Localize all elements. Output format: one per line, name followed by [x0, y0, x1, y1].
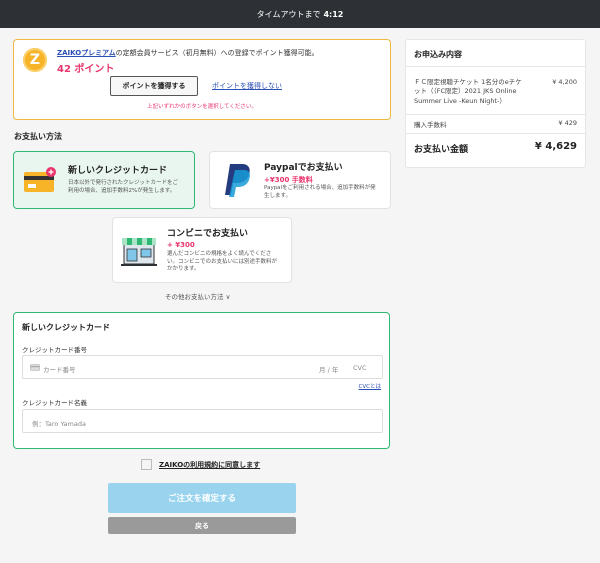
skip-points-link[interactable]: ポイントを獲得しない — [212, 81, 282, 91]
credit-card-icon — [24, 167, 56, 192]
card-name-input[interactable]: 例：Taro Yamada — [22, 409, 383, 433]
premium-description: ZAIKOプレミアムの定額会員サービス（初月無料）への登録でポイント獲得可能。 — [57, 48, 319, 58]
summary-item-name: ＦＣ限定視聴チケット 1名分のeチケ ット（（FC限定）2021 JKS Onl… — [414, 78, 522, 105]
premium-warning: 上記いずれかのボタンを選択してください。 — [147, 104, 257, 110]
card-form-title: 新しいクレジットカード — [22, 323, 110, 332]
convenience-store-desc: 選んだコンビニの規格をよく読んでくださ い。コンビニでのお支払いには別途手数料が… — [167, 251, 278, 273]
convenience-store-title: コンビニでお支払い — [167, 229, 249, 239]
card-name-label: クレジットカード名義 — [22, 399, 87, 407]
premium-text: の定額会員サービス（初月無料）への登録でポイント獲得可能。 — [115, 49, 319, 57]
summary-title: お申込み内容 — [414, 50, 462, 59]
credit-card-desc: 日本以外で発行されたクレジットカードをご 利用の場合、追加手数料2%が発生します… — [68, 180, 179, 194]
card-icon — [30, 364, 40, 371]
get-points-button[interactable]: ポイントを獲得する — [110, 76, 198, 96]
summary-fee-label: 購入手数料 — [414, 121, 447, 129]
terms-checkbox[interactable] — [141, 459, 152, 470]
convenience-store-icon — [121, 238, 157, 266]
expiry-input[interactable]: 月 / 年 — [319, 364, 338, 374]
payment-method-title: お支払い方法 — [14, 132, 62, 141]
summary-item-price: ¥ 4,200 — [552, 78, 577, 86]
premium-points-box: Z ZAIKOプレミアムの定額会員サービス（初月無料）への登録でポイント獲得可能… — [13, 39, 391, 120]
premium-brand-link[interactable]: ZAIKOプレミアム — [57, 49, 116, 57]
terms-agree-row[interactable]: ZAIKOの利用規約に同意します — [141, 459, 260, 470]
payment-option-convenience-store[interactable]: コンビニでお支払い + ¥300 選んだコンビニの規格をよく読んでくださ い。コ… — [112, 217, 292, 283]
divider — [406, 114, 585, 115]
timeout-label: タイムアウトまで — [256, 9, 321, 19]
credit-card-title: 新しいクレジットカード — [68, 166, 168, 176]
payment-option-credit-card[interactable]: 新しいクレジットカード 日本以外で発行されたクレジットカードをご 利用の場合、追… — [13, 151, 195, 209]
summary-fee-price: ¥ 429 — [558, 119, 577, 127]
timeout-bar: タイムアウトまで 4:12 — [0, 0, 600, 28]
terms-label[interactable]: ZAIKOの利用規約に同意します — [159, 460, 260, 470]
payment-option-paypal[interactable]: Paypalでお支払い +¥300 手数料 Paypalをご利用される場合、追加… — [209, 151, 391, 209]
card-number-label: クレジットカード番号 — [22, 346, 87, 354]
paypal-fee: +¥300 手数料 — [264, 176, 313, 184]
paypal-desc: Paypalをご利用される場合、追加手数料が発 生します。 — [264, 185, 376, 199]
credit-card-form: 新しいクレジットカード クレジットカード番号 カード番号 月 / 年 CVC C… — [13, 312, 390, 449]
timeout-timer: 4:12 — [323, 9, 344, 19]
divider — [406, 133, 585, 134]
summary-total-label: お支払い金額 — [414, 145, 469, 155]
back-button[interactable]: 戻る — [108, 517, 296, 534]
card-number-input[interactable]: カード番号 月 / 年 CVC — [22, 355, 383, 379]
card-name-placeholder: 例：Taro Yamada — [32, 420, 86, 428]
divider — [406, 66, 585, 67]
order-summary: お申込み内容 ＦＣ限定視聴チケット 1名分のeチケ ット（（FC限定）2021 … — [405, 39, 586, 168]
confirm-order-button[interactable]: ご注文を確定する — [108, 483, 296, 513]
paypal-icon — [225, 164, 250, 197]
zaiko-logo-icon: Z — [23, 48, 47, 72]
cvc-help-link[interactable]: CVCとは — [359, 382, 381, 390]
summary-total-price: ¥ 4,629 — [534, 141, 577, 152]
paypal-title: Paypalでお支払い — [264, 163, 343, 173]
points-amount: 42 ポイント — [57, 64, 115, 75]
other-payment-methods-link[interactable]: その他お支払い方法 ∨ — [165, 291, 230, 301]
cvc-input[interactable]: CVC — [353, 364, 367, 372]
card-number-placeholder: カード番号 — [43, 366, 76, 374]
convenience-store-fee: + ¥300 — [167, 241, 195, 249]
